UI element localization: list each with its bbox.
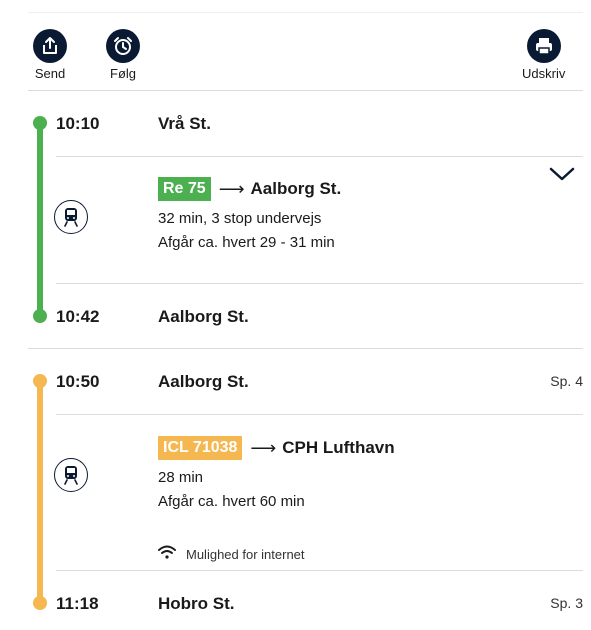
printer-icon — [526, 29, 561, 63]
leg-header: Re 75 ⟶ Aalborg St. — [158, 177, 341, 201]
timeline-dot — [33, 309, 47, 323]
platform-label: Sp. 3 — [550, 595, 583, 611]
arrival-time: 11:18 — [56, 594, 99, 613]
arrow: ⟶ — [250, 437, 277, 458]
divider — [56, 156, 583, 157]
timeline-line-green — [37, 122, 43, 316]
platform-label: Sp. 4 — [550, 373, 583, 389]
departure-time: 10:10 — [56, 114, 100, 133]
departure-time: 10:50 — [56, 372, 100, 391]
print-button[interactable]: Udskriv — [522, 29, 565, 81]
divider — [28, 348, 583, 349]
leg-duration: 28 min — [158, 469, 204, 486]
divider — [28, 90, 583, 91]
station-name: Aalborg St. — [158, 372, 249, 391]
timeline-dot — [33, 116, 47, 130]
line-badge: Re 75 — [158, 177, 211, 201]
divider — [56, 414, 583, 415]
divider — [56, 570, 583, 571]
top-divider — [28, 12, 583, 13]
arrival-time: 10:42 — [56, 307, 100, 326]
station-name: Vrå St. — [158, 114, 211, 133]
wifi-icon — [158, 545, 176, 564]
chevron-down-icon[interactable] — [549, 166, 575, 187]
station-name: Aalborg St. — [158, 307, 249, 326]
timeline-line-orange — [37, 381, 43, 603]
follow-button[interactable]: Følg — [106, 29, 140, 81]
arrow: ⟶ — [218, 178, 245, 199]
train-icon — [54, 458, 88, 492]
timeline-dot — [33, 596, 47, 610]
alarm-clock-icon — [106, 29, 140, 63]
timeline-dot — [33, 374, 47, 388]
line-badge: ICL 71038 — [158, 436, 243, 460]
leg-duration: 32 min, 3 stop undervejs — [158, 210, 322, 227]
station-name: Hobro St. — [158, 594, 235, 613]
wifi-label: Mulighed for internet — [186, 547, 305, 562]
send-label: Send — [34, 66, 66, 81]
leg-destination: CPH Lufthavn — [282, 438, 395, 457]
send-button[interactable]: Send — [33, 29, 67, 81]
leg-header: ICL 71038 ⟶ CPH Lufthavn — [158, 436, 395, 460]
wifi-note: Mulighed for internet — [158, 545, 305, 564]
leg-destination: Aalborg St. — [250, 179, 342, 198]
divider — [56, 283, 583, 284]
leg-frequency: Afgår ca. hvert 29 - 31 min — [158, 234, 335, 251]
train-icon — [54, 200, 88, 234]
print-label: Udskriv — [522, 66, 566, 81]
follow-label: Følg — [110, 66, 136, 81]
share-icon — [33, 29, 67, 63]
leg-frequency: Afgår ca. hvert 60 min — [158, 493, 305, 510]
